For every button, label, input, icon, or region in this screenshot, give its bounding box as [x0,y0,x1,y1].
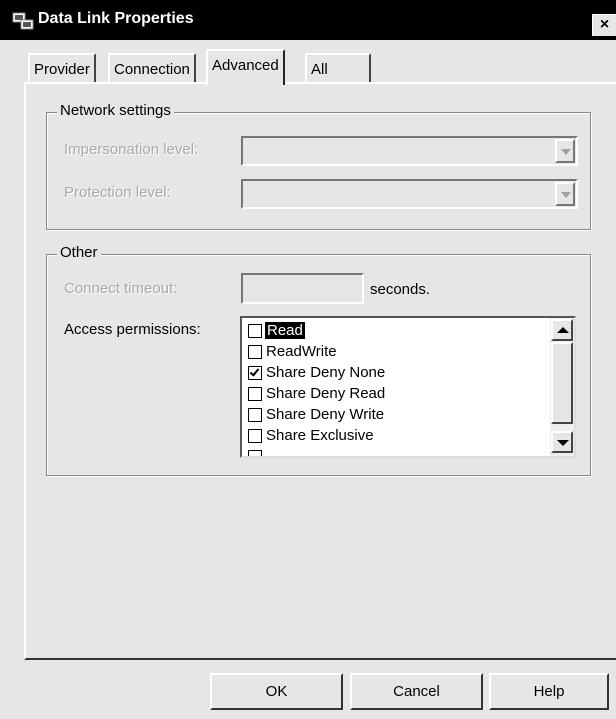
network-settings-title: Network settings [57,102,174,119]
connect-timeout-label: Connect timeout: [64,280,178,297]
checkbox[interactable] [248,386,262,401]
data-link-icon [12,12,34,30]
scroll-up-button[interactable] [551,319,573,341]
check-icon [249,365,260,377]
protection-dropdown-button[interactable] [555,182,575,206]
scroll-down-button[interactable] [551,431,573,453]
checkbox[interactable] [248,428,262,443]
access-permissions-list[interactable]: Read ReadWrite Share Deny None Share Den… [240,316,576,458]
permission-label: Share Exclusive [266,427,374,444]
impersonation-level-select[interactable] [241,136,578,166]
connect-timeout-input[interactable] [241,273,364,304]
permission-label: Read [265,322,305,339]
tab-connection[interactable]: Connection [108,53,196,83]
tab-advanced[interactable]: Advanced [206,49,285,85]
checkbox-checked[interactable] [248,365,262,380]
list-item-partial [248,446,265,456]
access-permissions-label: Access permissions: [64,321,201,338]
permission-label: Share Deny Write [266,406,385,423]
list-scrollbar[interactable] [550,318,574,456]
tab-provider[interactable]: Provider [28,53,96,83]
scroll-thumb[interactable] [551,342,573,424]
cancel-button[interactable]: Cancel [350,673,483,710]
impersonation-level-label: Impersonation level: [64,141,199,158]
help-button[interactable]: Help [489,673,609,710]
checkbox [248,449,262,456]
list-item[interactable]: Read [248,320,305,341]
protection-level-label: Protection level: [64,184,171,201]
impersonation-dropdown-button[interactable] [555,139,575,163]
list-item[interactable]: Share Deny Write [248,404,385,425]
list-item[interactable]: Share Exclusive [248,425,375,446]
permission-label: ReadWrite [266,343,337,360]
other-title: Other [57,244,101,261]
window-title: Data Link Properties [38,10,194,27]
list-item[interactable]: Share Deny Read [248,383,386,404]
list-item[interactable]: ReadWrite [248,341,338,362]
arrow-down-icon [557,440,569,446]
tab-all[interactable]: All [305,53,371,83]
permission-label: Share Deny Read [266,385,386,402]
checkbox[interactable] [248,344,262,359]
list-item[interactable]: Share Deny None [248,362,386,383]
checkbox[interactable] [248,323,262,338]
permission-label: Share Deny None [266,364,386,381]
chevron-down-icon [561,192,571,198]
chevron-down-icon [561,149,571,155]
ok-button[interactable]: OK [210,673,343,710]
close-icon[interactable]: × [592,14,616,36]
network-settings-group [46,112,591,230]
seconds-label: seconds. [370,281,431,298]
protection-level-select[interactable] [241,179,578,209]
checkbox[interactable] [248,407,262,422]
arrow-up-icon [557,327,569,333]
